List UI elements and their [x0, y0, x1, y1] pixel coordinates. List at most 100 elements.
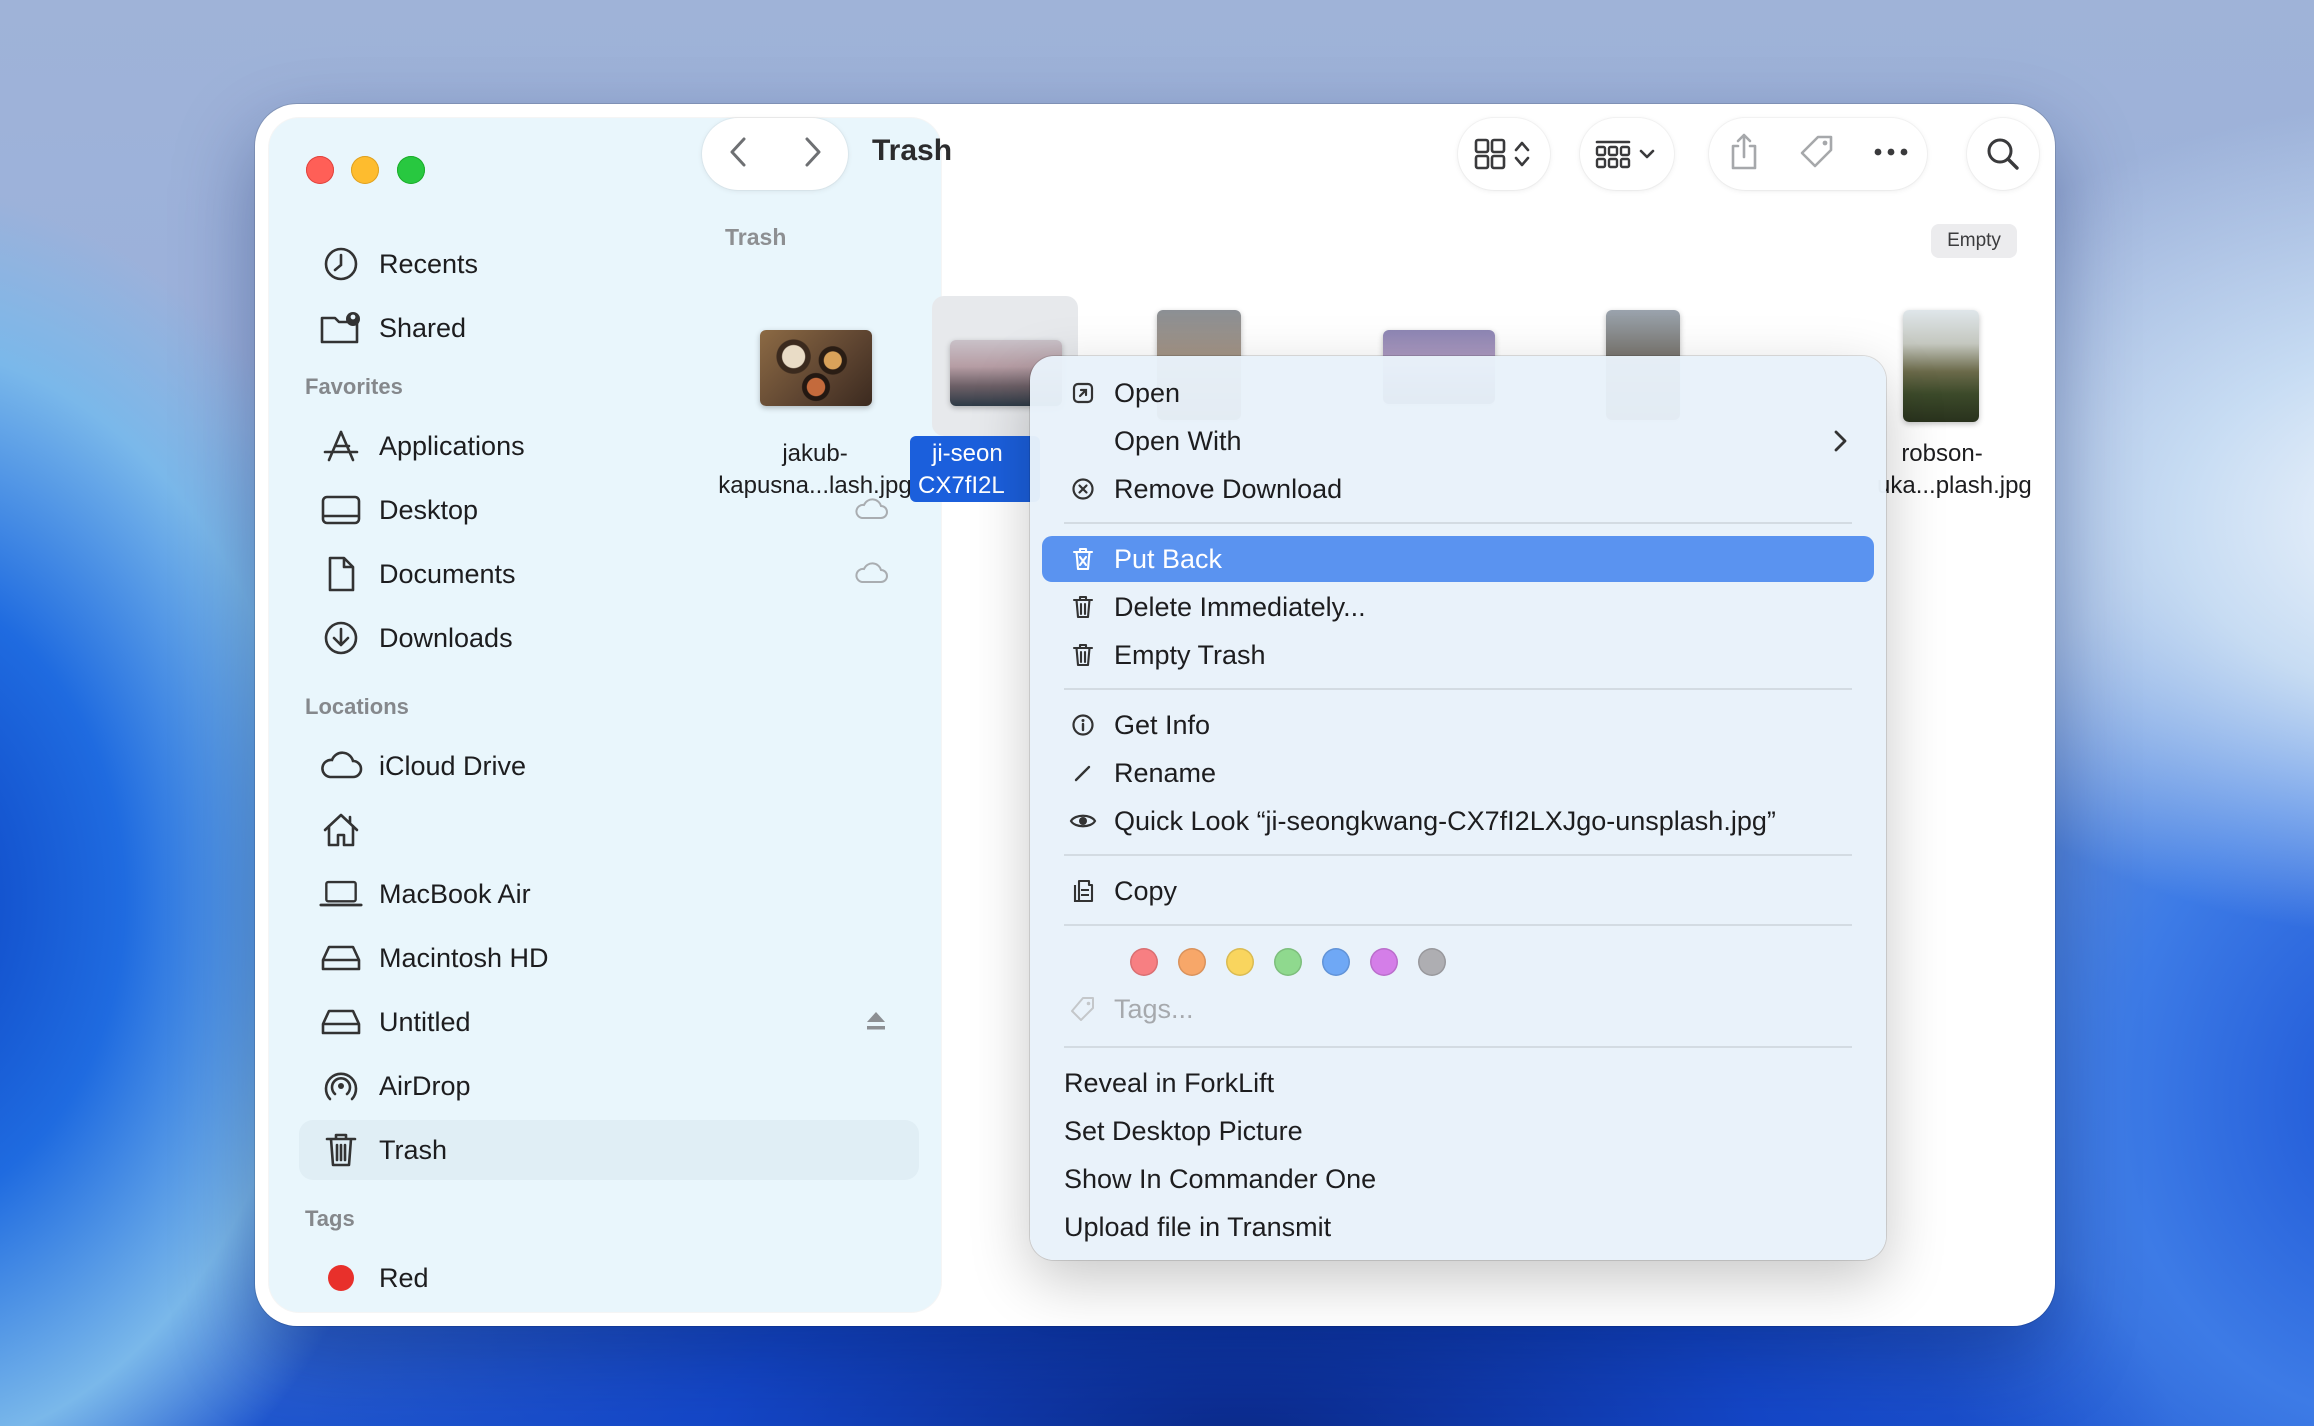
sidebar-item-label: AirDrop [379, 1070, 471, 1101]
airdrop-icon [319, 1064, 363, 1108]
tag-icon [1800, 135, 1833, 167]
tag-color-gray[interactable] [1418, 948, 1446, 976]
tag-color-green[interactable] [1274, 948, 1302, 976]
search-icon [1987, 138, 2019, 170]
menu-separator [1064, 522, 1852, 524]
more-button[interactable] [1873, 145, 1909, 163]
menu-item-empty-trash[interactable]: Empty Trash [1042, 632, 1874, 678]
cloud-icon [319, 744, 363, 788]
close-window-button[interactable] [306, 156, 334, 184]
menu-item-copy[interactable]: Copy [1042, 868, 1874, 914]
trash-icon [1066, 590, 1100, 624]
eject-icon[interactable] [863, 1008, 889, 1039]
menu-item-put-back[interactable]: Put Back [1042, 536, 1874, 582]
sidebar-item-recents[interactable]: Recents [299, 234, 919, 294]
back-button[interactable] [725, 135, 753, 174]
forward-button[interactable] [798, 135, 826, 174]
share-icon [1732, 133, 1757, 169]
menu-separator [1064, 854, 1852, 856]
sidebar-item-airdrop[interactable]: AirDrop [299, 1056, 919, 1116]
sidebar-item-label: Recents [379, 248, 479, 279]
menu-item-tags[interactable]: Tags... [1042, 986, 1874, 1032]
drive-icon [319, 936, 363, 980]
sidebar-item-home[interactable] [299, 800, 919, 860]
menu-item-show-commander-one[interactable]: Show In Commander One [1042, 1156, 1874, 1202]
info-icon [1066, 708, 1100, 742]
file-name-line1: ji-seon [932, 440, 1003, 467]
sidebar-item-trash[interactable]: Trash [299, 1120, 919, 1180]
tag-color-red[interactable] [1130, 948, 1158, 976]
locations-header: Locations [305, 694, 409, 719]
home-icon [319, 808, 363, 852]
tags-header: Tags [305, 1206, 355, 1231]
navigation-group [702, 118, 848, 190]
pencil-icon [1066, 756, 1100, 790]
share-button[interactable] [1727, 132, 1761, 177]
window-title: Trash [872, 134, 953, 167]
menu-item-rename[interactable]: Rename [1042, 750, 1874, 796]
menu-separator [1064, 688, 1852, 690]
sidebar-item-tag-red[interactable]: Red [299, 1248, 919, 1308]
tag-color-blue[interactable] [1322, 948, 1350, 976]
group-by-button[interactable] [1580, 118, 1674, 190]
sidebar-item-label: Applications [379, 430, 525, 461]
menu-item-quick-look[interactable]: Quick Look “ji-seongkwang-CX7fI2LXJgo-un… [1042, 798, 1874, 844]
menu-item-upload-transmit[interactable]: Upload file in Transmit [1042, 1204, 1874, 1250]
sidebar-item-label: Macintosh HD [379, 942, 549, 973]
sidebar-item-untitled[interactable]: Untitled [299, 992, 919, 1052]
sidebar-item-label: Downloads [379, 622, 513, 653]
grid-view-icon [1474, 138, 1530, 170]
file-name-line1: jakub- [782, 440, 848, 467]
menu-item-delete-immediately[interactable]: Delete Immediately... [1042, 584, 1874, 630]
sidebar-item-macbook-air[interactable]: MacBook Air [299, 864, 919, 924]
group-icon [1595, 140, 1655, 169]
sidebar-item-label: Untitled [379, 1006, 471, 1037]
remove-download-icon [1066, 472, 1100, 506]
eye-icon [1066, 804, 1100, 838]
clock-icon [319, 242, 363, 286]
trash-icon [319, 1128, 363, 1172]
chevron-left-icon [730, 137, 745, 166]
tag-color-orange[interactable] [1178, 948, 1206, 976]
tag-color-purple[interactable] [1370, 948, 1398, 976]
desktop-icon [319, 488, 363, 532]
sidebar-item-macintosh-hd[interactable]: Macintosh HD [299, 928, 919, 988]
copy-icon [1066, 874, 1100, 908]
menu-item-get-info[interactable]: Get Info [1042, 702, 1874, 748]
menu-item-open[interactable]: Open [1042, 370, 1874, 416]
menu-separator [1064, 1046, 1852, 1048]
empty-trash-button[interactable]: Empty [1931, 224, 2017, 258]
tag-color-yellow[interactable] [1226, 948, 1254, 976]
laptop-icon [319, 872, 363, 916]
view-mode-button[interactable] [1458, 118, 1550, 190]
sidebar-item-icloud-drive[interactable]: iCloud Drive [299, 736, 919, 796]
zoom-window-button[interactable] [397, 156, 425, 184]
sidebar: Recents Shared Favorites Applications De… [269, 118, 941, 1312]
file-thumbnail [1903, 310, 1979, 422]
search-button[interactable] [1967, 118, 2039, 190]
tag-color-icon [319, 1256, 363, 1300]
ellipsis-icon [1874, 148, 1908, 156]
sidebar-item-label: Documents [379, 558, 516, 589]
sidebar-item-label: Desktop [379, 494, 479, 525]
sidebar-item-label: Red [379, 1262, 429, 1293]
sidebar-item-label: Trash [379, 1134, 448, 1165]
tag-button[interactable] [1798, 133, 1836, 176]
file-name-line2: kapusna...lash.jpg [718, 472, 912, 499]
file-item[interactable]: robson- uka...plash.jpg [1875, 304, 2055, 624]
sidebar-item-label: Shared [379, 312, 467, 343]
context-menu: Open Open With Remove Download Put Back … [1030, 356, 1886, 1260]
menu-item-remove-download[interactable]: Remove Download [1042, 466, 1874, 512]
file-item[interactable]: jakub- kapusna...lash.jpg [715, 304, 915, 624]
menu-item-set-desktop-picture[interactable]: Set Desktop Picture [1042, 1108, 1874, 1154]
file-name-line1: robson- [1901, 440, 1983, 467]
menu-item-open-with[interactable]: Open With [1042, 418, 1874, 464]
applications-icon [319, 424, 363, 468]
download-icon [319, 616, 363, 660]
minimize-window-button[interactable] [351, 156, 379, 184]
trash-icon [1066, 638, 1100, 672]
file-thumbnail [760, 330, 872, 406]
chevron-right-icon [805, 137, 820, 166]
path-label: Trash [725, 224, 787, 250]
menu-item-reveal-forklift[interactable]: Reveal in ForkLift [1042, 1060, 1874, 1106]
